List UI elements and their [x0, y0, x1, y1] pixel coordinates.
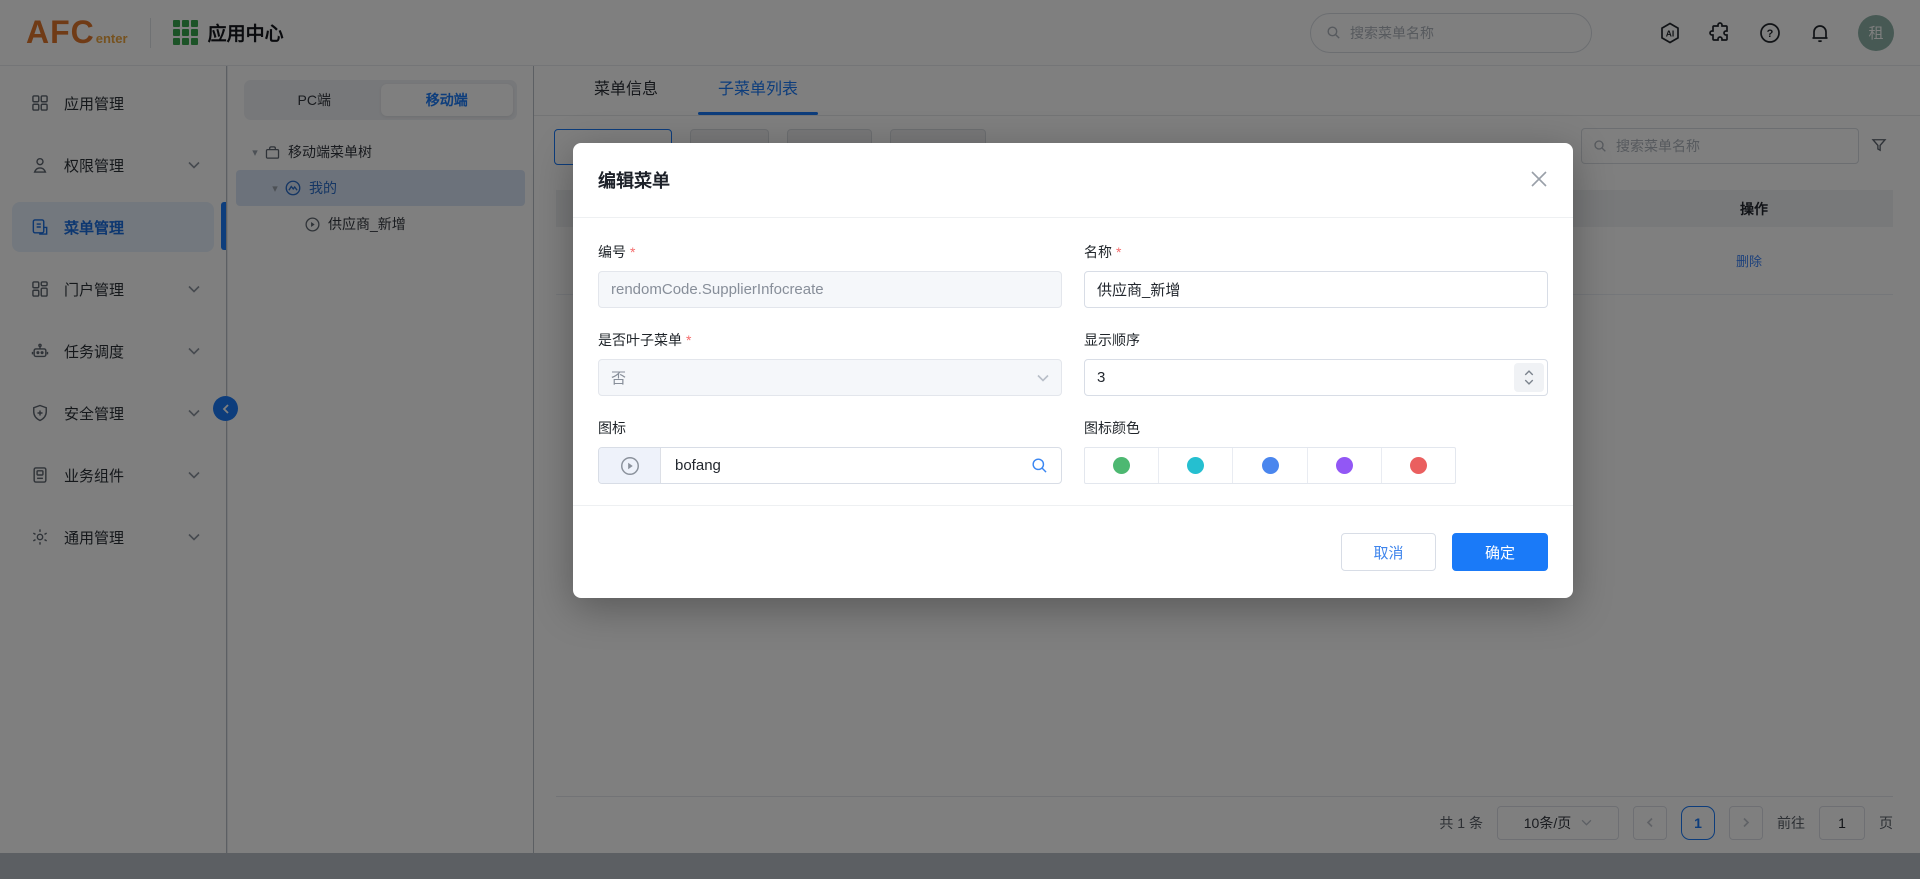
field-code: 编号* — [598, 220, 1062, 308]
display-order-input[interactable] — [1084, 359, 1548, 396]
dialog-header: 编辑菜单 — [573, 143, 1573, 218]
field-icon-label: 图标 — [598, 420, 626, 436]
field-icon-color: 图标颜色 — [1084, 396, 1548, 484]
field-code-label: 编号 — [598, 244, 626, 260]
required-mark: * — [686, 332, 691, 348]
edit-menu-dialog: 编辑菜单 编号* 名称* 是否叶子菜单* 否 — [573, 143, 1573, 598]
is-leaf-select: 否 — [598, 359, 1062, 396]
purple-dot — [1336, 457, 1353, 474]
icon-preview-addon — [599, 448, 661, 483]
number-stepper[interactable] — [1514, 363, 1544, 392]
dialog-footer: 取消 确定 — [573, 505, 1573, 598]
color-swatch-blue[interactable] — [1233, 448, 1307, 483]
stepper-up-icon[interactable] — [1524, 370, 1534, 376]
icon-name-input[interactable] — [661, 457, 1030, 474]
field-icon-color-label: 图标颜色 — [1084, 420, 1140, 436]
field-icon: 图标 — [598, 396, 1062, 484]
close-icon[interactable] — [1529, 169, 1549, 189]
icon-picker[interactable] — [598, 447, 1062, 484]
required-mark: * — [1116, 244, 1121, 260]
field-display-order: 显示顺序 — [1084, 308, 1548, 396]
cancel-button[interactable]: 取消 — [1341, 533, 1436, 571]
required-mark: * — [630, 244, 635, 260]
icon-color-palette — [1084, 447, 1456, 484]
play-circle-icon — [619, 455, 641, 477]
dialog-title: 编辑菜单 — [598, 167, 670, 193]
color-swatch-cyan[interactable] — [1159, 448, 1233, 483]
stepper-down-icon[interactable] — [1524, 379, 1534, 385]
code-input — [598, 271, 1062, 308]
field-name-label: 名称 — [1084, 244, 1112, 260]
field-name: 名称* — [1084, 220, 1548, 308]
confirm-button[interactable]: 确定 — [1452, 533, 1548, 571]
name-input[interactable] — [1084, 271, 1548, 308]
color-swatch-red[interactable] — [1382, 448, 1455, 483]
red-dot — [1410, 457, 1427, 474]
field-display-order-label: 显示顺序 — [1084, 332, 1140, 348]
blue-dot — [1262, 457, 1279, 474]
field-is-leaf: 是否叶子菜单* 否 — [598, 308, 1062, 396]
is-leaf-value: 否 — [611, 367, 626, 388]
dialog-form: 编号* 名称* 是否叶子菜单* 否 显示顺序 — [573, 218, 1573, 484]
chevron-down-icon — [1037, 374, 1049, 382]
cyan-dot — [1187, 457, 1204, 474]
color-swatch-purple[interactable] — [1308, 448, 1382, 483]
green-dot — [1113, 457, 1130, 474]
icon-search-icon[interactable] — [1030, 456, 1049, 475]
color-swatch-green[interactable] — [1085, 448, 1159, 483]
field-is-leaf-label: 是否叶子菜单 — [598, 332, 682, 348]
